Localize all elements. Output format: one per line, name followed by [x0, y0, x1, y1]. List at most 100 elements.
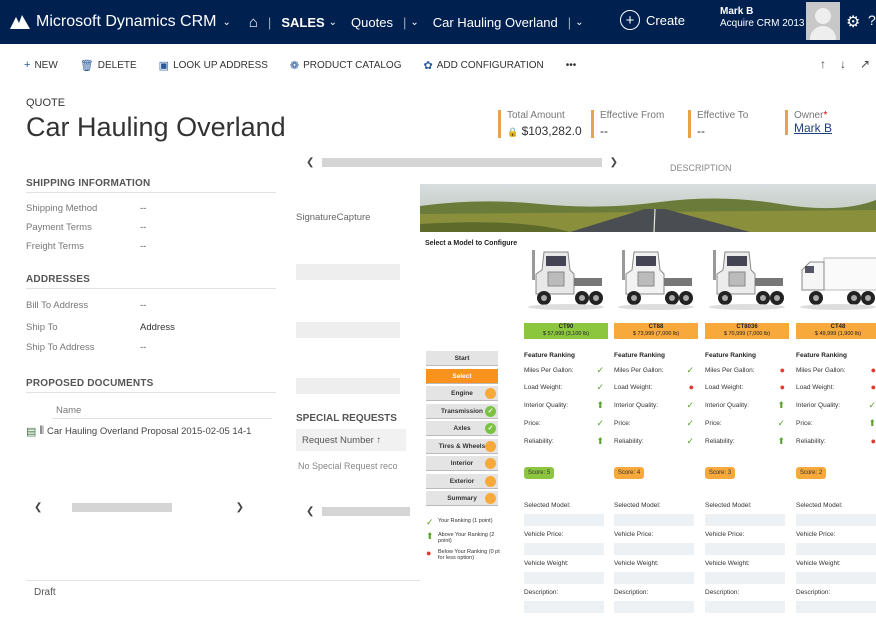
avatar[interactable]	[806, 2, 840, 40]
arrow-up-icon[interactable]: ↑	[820, 57, 826, 71]
home-icon[interactable]: ⌂	[249, 14, 258, 31]
scroll-left-icon[interactable]: ❮	[306, 157, 314, 168]
pending-icon	[485, 458, 496, 469]
selection-value-field[interactable]	[796, 514, 876, 526]
request-number-column-header[interactable]: Request Number ↑	[296, 429, 406, 451]
record-menu[interactable]: Car Hauling Overland	[433, 15, 558, 30]
app-logo[interactable]: Microsoft Dynamics CRM ⌄	[0, 13, 231, 31]
bill-to-address-value[interactable]: --	[140, 300, 146, 311]
user-info[interactable]: Mark B Acquire CRM 2013	[720, 6, 804, 30]
scroll-right-icon[interactable]: ❯	[236, 502, 244, 513]
selection-value-field[interactable]	[796, 543, 876, 555]
scroll-right-icon[interactable]: ❯	[610, 157, 618, 168]
arrow-down-icon[interactable]: ↓	[840, 57, 846, 71]
status-label: Draft	[34, 587, 56, 598]
selection-value-field[interactable]	[524, 601, 604, 613]
delete-button[interactable]: 🗑 DELETE	[80, 59, 137, 72]
expand-icon[interactable]: ↗	[860, 57, 870, 71]
model-select-button[interactable]: CT48 $ 49,999 (1,900 lb)	[796, 323, 876, 339]
scroll-left-icon[interactable]: ❮	[306, 506, 314, 517]
selection-value-field[interactable]	[524, 514, 604, 526]
catalog-icon: ❁	[289, 59, 300, 72]
look-up-address-button[interactable]: ▣ LOOK UP ADDRESS	[159, 59, 268, 72]
selection-value-field[interactable]	[524, 543, 604, 555]
step-interior[interactable]: Interior	[426, 456, 498, 471]
dynamics-logo-icon	[10, 15, 30, 29]
special-requests-scrollbar[interactable]: ❮	[306, 505, 418, 517]
selection-value-field[interactable]	[705, 543, 785, 555]
selection-value-field[interactable]	[796, 601, 876, 613]
step-tires-wheels[interactable]: Tires & Wheels	[426, 438, 498, 454]
selection-value-field[interactable]	[614, 601, 694, 613]
area-menu[interactable]: SALES ⌄	[281, 15, 337, 30]
model-select-button[interactable]: CT88 $ 73,999 (7,000 lb)	[614, 323, 698, 339]
selection-value-field[interactable]	[524, 572, 604, 584]
new-button[interactable]: + NEW	[24, 59, 58, 71]
entity-menu[interactable]: Quotes	[351, 15, 393, 30]
scroll-left-icon[interactable]: ❮	[34, 502, 42, 513]
lock-icon: 🔒	[507, 127, 519, 137]
selection-value-field[interactable]	[614, 514, 694, 526]
model-select-button[interactable]: CT8036 $ 70,999 (7,000 lb)	[705, 323, 789, 339]
signature-capture-label: SignatureCapture	[296, 212, 371, 223]
command-bar: + NEW 🗑 DELETE ▣ LOOK UP ADDRESS ❁ PRODUCT CATA…	[0, 55, 876, 75]
arrow-up-icon: ⬆	[596, 400, 604, 410]
selection-label: Description:	[524, 589, 559, 596]
entity-dropdown[interactable]: ⌄	[410, 17, 418, 28]
selection-value-field[interactable]	[614, 572, 694, 584]
model-column-ct8036: CT8036 $ 70,999 (7,000 lb)	[705, 244, 789, 339]
gear-icon[interactable]: ⚙	[846, 12, 860, 32]
ship-to-value[interactable]: Address	[140, 322, 175, 333]
selection-value-field[interactable]	[705, 514, 785, 526]
shipping-section-heading: SHIPPING INFORMATION	[26, 178, 151, 189]
model-select-button[interactable]: CT90 $ 57,999 (3,100 lb)	[524, 323, 608, 339]
step-exterior[interactable]: Exterior	[426, 473, 498, 489]
truck-image[interactable]	[705, 244, 789, 314]
selection-value-field[interactable]	[705, 601, 785, 613]
ship-to-address-value[interactable]: --	[140, 342, 146, 353]
owner-link[interactable]: Mark B	[794, 121, 832, 135]
add-configuration-button[interactable]: ✿ ADD CONFIGURATION	[424, 59, 544, 72]
selection-value-field[interactable]	[796, 572, 876, 584]
owner-field[interactable]: Owner* Mark B	[785, 110, 832, 135]
chevron-down-icon[interactable]: ⌄	[222, 17, 230, 28]
truck-image[interactable]	[524, 244, 608, 314]
create-button[interactable]: + Create	[620, 10, 685, 30]
selection-value-field[interactable]	[614, 543, 694, 555]
effective-to-field[interactable]: Effective To --	[688, 110, 748, 138]
step-summary[interactable]: Summary	[426, 491, 498, 506]
legend-item: ✓ Your Ranking (1 point)	[426, 517, 493, 527]
step-transmission[interactable]: Transmission ✓	[426, 403, 498, 419]
check-icon: ✓	[596, 365, 604, 375]
freight-terms-value[interactable]: --	[140, 241, 146, 252]
document-icon: ▤	[26, 426, 37, 438]
truck-image[interactable]	[796, 244, 876, 314]
road-banner-image	[420, 184, 876, 232]
field-placeholder[interactable]	[296, 322, 400, 338]
signature-field-placeholder[interactable]	[296, 264, 400, 280]
check-icon: ✓	[485, 405, 496, 417]
field-placeholder[interactable]	[296, 378, 400, 394]
selection-value-field[interactable]	[705, 572, 785, 584]
step-select[interactable]: Select	[426, 368, 498, 384]
help-icon[interactable]: ?	[868, 12, 876, 28]
record-dropdown[interactable]: ⌄	[575, 17, 583, 28]
shipping-method-value[interactable]: --	[140, 203, 146, 214]
red-dot-icon: ●	[870, 365, 876, 375]
truck-image[interactable]	[614, 244, 698, 314]
step-start[interactable]: Start	[426, 351, 498, 366]
horizontal-scrollbar[interactable]: ❮ ❯	[306, 156, 618, 168]
payment-terms-value[interactable]: --	[140, 222, 146, 233]
documents-scrollbar[interactable]: ❮ ❯	[34, 501, 244, 513]
total-amount-field[interactable]: Total Amount 🔒 $103,282.0	[498, 110, 582, 138]
product-catalog-button[interactable]: ❁ PRODUCT CATALOG	[290, 59, 402, 72]
more-commands-button[interactable]: •••	[566, 60, 577, 71]
step-engine[interactable]: Engine	[426, 386, 498, 401]
list-item[interactable]: ▤ ⫴ Car Hauling Overland Proposal 2015-0…	[26, 425, 251, 438]
red-dot-icon: ●	[870, 382, 876, 392]
step-axles[interactable]: Axles ✓	[426, 421, 498, 436]
feature-row: Miles Per Gallon: ●	[705, 365, 785, 375]
user-name: Mark B	[720, 6, 754, 17]
effective-from-field[interactable]: Effective From --	[591, 110, 664, 138]
name-column-header[interactable]: Name	[56, 405, 81, 416]
